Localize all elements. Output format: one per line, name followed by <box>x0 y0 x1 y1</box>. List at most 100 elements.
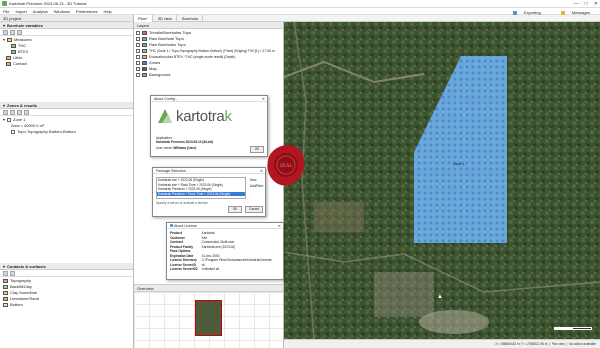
contacts-list: Topography Backfill/Clay Clay Sometime L… <box>0 277 133 309</box>
close-icon[interactable]: ✕ <box>262 96 265 101</box>
package-addrem-button[interactable]: Add/Rem <box>250 184 263 189</box>
layer-icon <box>142 49 147 53</box>
variable-icon <box>6 62 11 66</box>
layer-icon <box>142 61 147 65</box>
add-zone-icon[interactable] <box>3 109 8 115</box>
collapse-icon[interactable]: ▾ <box>3 22 5 29</box>
package-ok-button[interactable]: OK <box>228 206 242 213</box>
layers-list: Trimble/Boreholes Topo Raw Borehole Topo… <box>134 29 283 79</box>
folder-icon <box>7 38 13 42</box>
about-ok-button[interactable]: OK <box>250 146 264 153</box>
license-row: License ServerID2 Unlimited all <box>170 267 272 272</box>
project-panel: 3D project ▾ Borehole variables ▾ Measures… <box>0 15 134 348</box>
color-swatch <box>3 279 8 283</box>
layer-checkbox[interactable] <box>136 61 140 65</box>
layer-checkbox[interactable] <box>136 55 140 59</box>
layer-icon <box>142 43 147 47</box>
overview-map[interactable] <box>134 292 283 348</box>
license-row: License Directory C:/Program Files/Geovar… <box>170 258 272 263</box>
color-swatch <box>3 285 8 289</box>
overview-header: Overview <box>134 285 283 292</box>
close-button[interactable]: ✕ <box>594 1 598 7</box>
variable-icon <box>11 50 16 54</box>
menu-help[interactable]: Help <box>104 8 112 15</box>
zones-toolbar <box>0 109 133 116</box>
variable-icon <box>6 56 11 60</box>
layer-item[interactable]: Background <box>136 72 281 78</box>
kartotrak-logo: kartotrak <box>156 107 232 125</box>
map-view[interactable]: Zone 1 ▲ <box>284 22 600 339</box>
about-user-row: User name: Williams (User) <box>156 146 197 150</box>
zone-checkbox[interactable] <box>7 118 12 122</box>
package-list[interactable]: Kartotrak.exe + 2023.06 (Single) Kartotr… <box>156 177 246 199</box>
license-value: Unlimited all <box>201 267 220 271</box>
layer-icon <box>142 37 147 41</box>
view-tabs: Plan* 3D view Borehole <box>134 15 600 22</box>
layer-icon <box>142 73 147 77</box>
edit-icon[interactable] <box>10 29 15 35</box>
status-mode: Pan view <box>551 342 565 346</box>
about-dialog: About Config... ✕ kartotrak Application: … <box>150 95 268 157</box>
menu-preferences[interactable]: Preferences <box>76 8 98 15</box>
layer-checkbox[interactable] <box>136 31 140 35</box>
about-dialog-titlebar: About Config... ✕ <box>151 96 267 102</box>
layer-checkbox[interactable] <box>136 67 140 71</box>
menu-windows[interactable]: Windows <box>54 8 70 15</box>
license-dialog-titlebar: About License ✕ <box>167 223 283 229</box>
package-new-button[interactable]: New <box>250 178 256 183</box>
surface-bottom[interactable]: Bottom <box>3 302 130 308</box>
maximize-button[interactable]: □ <box>585 1 588 7</box>
map-canvas <box>284 22 600 339</box>
layer-checkbox[interactable] <box>136 37 140 41</box>
run-icon[interactable] <box>24 109 29 115</box>
contacts-toolbar <box>0 270 133 277</box>
add-surface-icon[interactable] <box>3 270 8 276</box>
wax-seal: SEAL <box>267 144 305 186</box>
license-key: License Directory <box>170 258 197 262</box>
window-title: Kartotrak Premium 2023.06.13 - 3D Tutori… <box>9 1 87 6</box>
layers-header: Layers <box>134 22 283 29</box>
status-bar: X = 698806.83 m; Y = 2785821.98 m | Pan … <box>284 339 600 348</box>
layer-checkbox[interactable] <box>136 73 140 77</box>
color-swatch <box>3 297 8 301</box>
topo-checkbox[interactable] <box>11 130 15 134</box>
license-key: License ServerID2 <box>170 267 198 271</box>
message-icon <box>560 10 565 15</box>
minimize-button[interactable]: — <box>574 1 579 7</box>
layer-checkbox[interactable] <box>136 43 140 47</box>
package-dialog: Package Selection ✕ Kartotrak.exe + 2023.… <box>152 167 266 217</box>
package-cancel-button[interactable]: Cancel <box>245 206 263 213</box>
menu-analysis[interactable]: Analysis <box>33 8 48 15</box>
edit-zone-icon[interactable] <box>10 109 15 115</box>
zone-topo[interactable]: Topo-Topography Bottom-Bottom <box>3 129 130 135</box>
package-dialog-titlebar: Package Selection ✕ <box>153 168 265 174</box>
close-icon[interactable]: ✕ <box>278 223 281 228</box>
edit-surface-icon[interactable] <box>10 270 15 276</box>
package-hint: Specify a server or activate a license <box>156 201 208 205</box>
delete-icon[interactable] <box>17 29 22 35</box>
layer-icon <box>142 31 147 35</box>
tab-3d-view[interactable]: 3D view <box>154 15 177 22</box>
layer-checkbox[interactable] <box>136 49 140 53</box>
tab-plan[interactable]: Plan* <box>134 15 153 22</box>
overview-panel: Overview <box>134 284 283 348</box>
collapse-icon[interactable]: ▾ <box>3 102 5 109</box>
info-icon <box>170 224 173 227</box>
overview-thumbnail <box>195 300 222 336</box>
menu-import[interactable]: Import <box>15 8 26 15</box>
menu-file[interactable]: File <box>3 8 9 15</box>
logo-icon <box>158 109 172 123</box>
about-application-value: Kartotrak Premium 2023.06.13 (64-bit) <box>156 140 214 144</box>
collapse-icon[interactable]: ▾ <box>3 263 5 270</box>
menu-bar: File Import Analysis Windows Preferences… <box>0 8 600 15</box>
close-icon[interactable]: ✕ <box>260 168 263 173</box>
tree-node-contact[interactable]: Contact <box>3 61 130 67</box>
tab-borehole[interactable]: Borehole <box>178 15 204 22</box>
delete-zone-icon[interactable] <box>17 109 22 115</box>
variable-icon <box>11 44 16 48</box>
add-icon[interactable] <box>3 29 8 35</box>
zones-header: ▾ Zones & results <box>0 102 133 109</box>
package-item-selected[interactable]: Kartotrak Premium + Rock Time + 2023.06 … <box>157 191 245 196</box>
contacts-header: ▾ Contacts & surfaces <box>0 263 133 270</box>
status-state: No action available <box>569 342 596 346</box>
